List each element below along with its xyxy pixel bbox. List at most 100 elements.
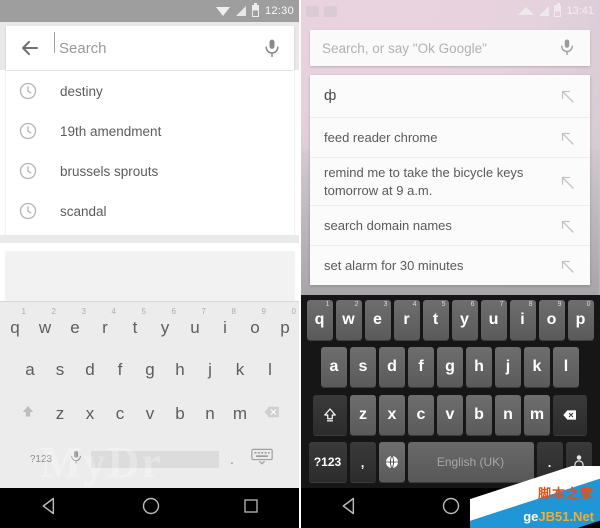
list-item[interactable]: brussels sprouts: [6, 151, 294, 191]
key-f[interactable]: f: [408, 347, 434, 387]
symbols-key[interactable]: ?123: [21, 454, 61, 465]
key-p[interactable]: 0p: [567, 300, 594, 340]
key-w[interactable]: 2w: [335, 300, 362, 340]
space-key[interactable]: [91, 450, 219, 468]
key-o[interactable]: 9o: [538, 300, 565, 340]
key-r-number: 4: [412, 301, 417, 308]
backspace-icon[interactable]: [255, 403, 289, 426]
insert-arrow-icon[interactable]: [558, 173, 576, 191]
key-t[interactable]: 5t: [120, 307, 150, 338]
key-r[interactable]: 4r: [393, 300, 420, 340]
key-x[interactable]: x: [75, 404, 105, 424]
key-t[interactable]: 5t: [422, 300, 449, 340]
list-item[interactable]: set alarm for 30 minutes: [310, 245, 590, 285]
list-item[interactable]: remind me to take the bicycle keys tomor…: [310, 157, 590, 205]
list-item[interactable]: ф: [310, 75, 590, 117]
key-u-label: u: [190, 318, 200, 337]
insert-arrow-icon[interactable]: [558, 87, 576, 105]
key-b[interactable]: b: [165, 404, 195, 424]
home-circle-icon[interactable]: [141, 496, 161, 521]
key-m[interactable]: m: [225, 404, 255, 424]
key-q[interactable]: 1q: [0, 307, 30, 338]
key-n[interactable]: n: [495, 395, 521, 435]
key-z[interactable]: z: [350, 395, 376, 435]
key-r[interactable]: 4r: [90, 307, 120, 338]
back-arrow-icon[interactable]: [18, 36, 42, 60]
symbols-key[interactable]: ?123: [308, 442, 347, 482]
key-q[interactable]: 1q: [306, 300, 333, 340]
key-g[interactable]: g: [135, 360, 165, 380]
key-y[interactable]: 6y: [150, 307, 180, 338]
key-s[interactable]: s: [45, 360, 75, 380]
list-item-label: brussels sprouts: [60, 163, 159, 179]
insert-arrow-icon[interactable]: [558, 129, 576, 147]
comma-key[interactable]: ,: [349, 442, 376, 482]
key-w-label: w: [38, 318, 52, 337]
keyboard-dismiss-icon[interactable]: [245, 448, 279, 471]
key-u[interactable]: 7u: [180, 307, 210, 338]
key-c[interactable]: c: [408, 395, 434, 435]
key-b[interactable]: b: [466, 395, 492, 435]
key-c[interactable]: c: [105, 404, 135, 424]
key-d[interactable]: d: [379, 347, 405, 387]
key-z[interactable]: z: [45, 404, 75, 424]
key-e-number: 3: [383, 301, 388, 308]
left-phone-screen: 12:30 Search destiny 19th amendment brus…: [0, 0, 300, 528]
right-search-bar[interactable]: Search, or say "Ok Google": [310, 30, 590, 66]
key-i[interactable]: 8i: [509, 300, 536, 340]
key-k[interactable]: k: [225, 360, 255, 380]
key-j[interactable]: j: [195, 360, 225, 380]
list-item[interactable]: 19th amendment: [6, 111, 294, 151]
key-e[interactable]: 3e: [364, 300, 391, 340]
key-g[interactable]: g: [437, 347, 463, 387]
key-m[interactable]: m: [524, 395, 550, 435]
key-e[interactable]: 3e: [60, 307, 90, 338]
key-f[interactable]: f: [105, 360, 135, 380]
back-triangle-icon[interactable]: [40, 496, 60, 521]
key-v[interactable]: v: [437, 395, 463, 435]
shift-up-icon[interactable]: [11, 403, 45, 426]
key-a[interactable]: a: [321, 347, 347, 387]
microphone-icon[interactable]: [61, 448, 91, 471]
key-j[interactable]: j: [495, 347, 521, 387]
key-i[interactable]: 8i: [210, 307, 240, 338]
insert-arrow-icon[interactable]: [558, 217, 576, 235]
left-keyboard[interactable]: 1q 2w 3e 4r 5t 6y 7u 8i 9o 0p a s d f g …: [0, 301, 300, 488]
globe-language-icon[interactable]: [378, 442, 405, 482]
microphone-icon[interactable]: [262, 36, 282, 60]
key-x[interactable]: x: [379, 395, 405, 435]
list-item[interactable]: search domain names: [310, 205, 590, 245]
key-v[interactable]: v: [135, 404, 165, 424]
period-key[interactable]: .: [219, 451, 245, 467]
microphone-icon[interactable]: [558, 36, 578, 60]
key-o-label: o: [250, 318, 260, 337]
key-k[interactable]: k: [524, 347, 550, 387]
list-item[interactable]: scandal: [6, 191, 294, 231]
home-circle-icon[interactable]: [441, 496, 461, 521]
key-u[interactable]: 7u: [480, 300, 507, 340]
key-s[interactable]: s: [350, 347, 376, 387]
key-h[interactable]: h: [466, 347, 492, 387]
keyboard-notification-icon: [306, 5, 319, 17]
key-p[interactable]: 0p: [270, 307, 300, 338]
backspace-icon[interactable]: [553, 395, 587, 435]
back-triangle-icon[interactable]: [340, 496, 360, 521]
shift-up-icon[interactable]: [313, 395, 347, 435]
key-n[interactable]: n: [195, 404, 225, 424]
key-o[interactable]: 9o: [240, 307, 270, 338]
insert-arrow-icon[interactable]: [558, 257, 576, 275]
list-item[interactable]: feed reader chrome: [310, 117, 590, 157]
key-h[interactable]: h: [165, 360, 195, 380]
right-keyboard[interactable]: 1q 2w 3e 4r 5t 6y 7u 8i 9o 0p a s d f g …: [300, 295, 600, 488]
key-l[interactable]: l: [255, 360, 285, 380]
search-input[interactable]: Search: [54, 31, 262, 57]
list-item[interactable]: destiny: [6, 71, 294, 111]
key-y[interactable]: 6y: [451, 300, 478, 340]
key-l[interactable]: l: [553, 347, 579, 387]
key-w[interactable]: 2w: [30, 307, 60, 338]
left-search-bar[interactable]: Search: [6, 26, 294, 70]
key-d[interactable]: d: [75, 360, 105, 380]
search-input[interactable]: Search, or say "Ok Google": [322, 41, 558, 56]
key-a[interactable]: a: [15, 360, 45, 380]
recents-square-icon[interactable]: [242, 497, 260, 520]
